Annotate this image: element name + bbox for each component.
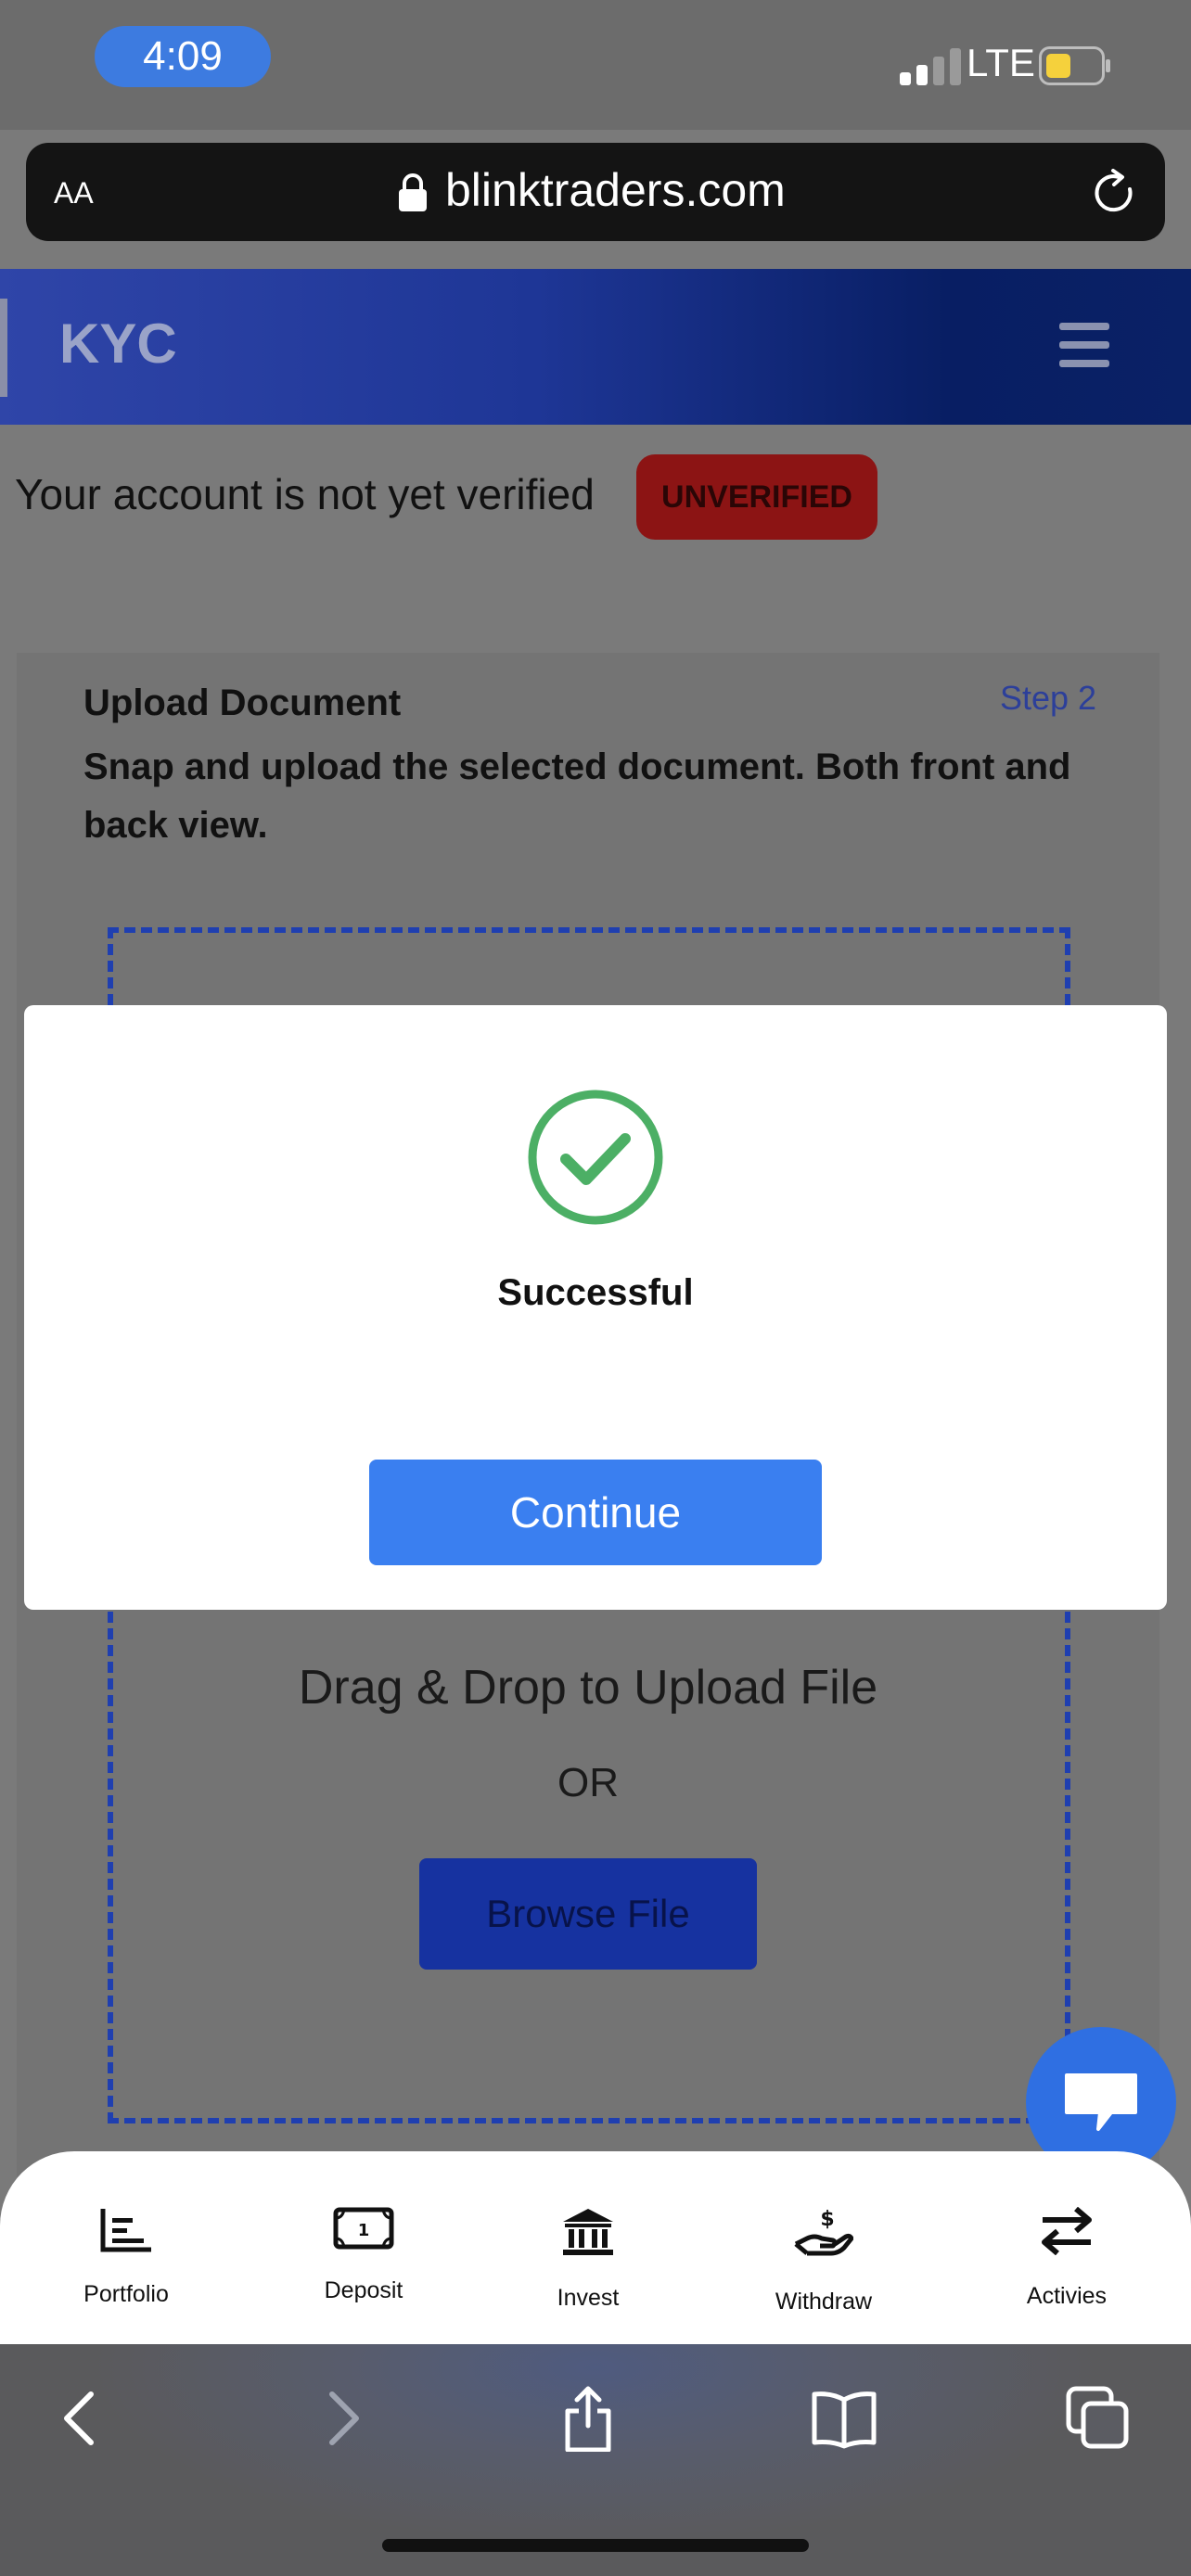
transfer-arrows-icon: [1042, 2207, 1092, 2255]
tabs-icon[interactable]: [1065, 2385, 1132, 2452]
dropzone-text: Drag & Drop to Upload File: [298, 1661, 878, 1715]
nav-label-withdraw: Withdraw: [775, 2289, 873, 2315]
nav-label-activities: Activies: [1026, 2283, 1108, 2309]
hand-dollar-icon: $: [794, 2208, 853, 2256]
header-edge: [0, 299, 7, 397]
text-size-label: AA: [54, 176, 94, 210]
or-separator: OR: [557, 1760, 619, 1805]
chart-icon: [100, 2209, 151, 2252]
nav-item-activities[interactable]: Activies: [974, 2207, 1159, 2310]
verification-message: Your account is not yet verified: [15, 470, 595, 518]
chat-icon: [1065, 2073, 1137, 2131]
success-message: Successful: [497, 1272, 694, 1313]
reload-icon[interactable]: [1093, 169, 1139, 217]
forward-icon[interactable]: [308, 2385, 375, 2452]
bookmarks-icon[interactable]: [811, 2385, 877, 2452]
page-title: KYC: [59, 312, 177, 375]
nav-item-invest[interactable]: Invest: [495, 2207, 681, 2312]
network-label: LTE: [967, 41, 1035, 84]
continue-button[interactable]: Continue: [369, 1460, 822, 1565]
browse-file-button[interactable]: Browse File: [419, 1858, 757, 1970]
text-size-button[interactable]: AA: [54, 167, 94, 213]
nav-label-deposit: Deposit: [324, 2277, 403, 2303]
share-icon[interactable]: [555, 2385, 621, 2452]
battery-icon: [1039, 46, 1110, 85]
svg-text:1: 1: [358, 2221, 370, 2240]
svg-text:$: $: [820, 2208, 834, 2231]
nav-item-deposit[interactable]: 1 Deposit: [271, 2207, 456, 2304]
status-time: 4:09: [95, 26, 271, 87]
success-check-icon: [528, 1090, 663, 1225]
step-indicator: Step 2: [1000, 679, 1097, 717]
menu-icon[interactable]: [1059, 323, 1109, 367]
nav-item-withdraw[interactable]: $ Withdraw: [731, 2207, 916, 2315]
status-badge: UNVERIFIED: [636, 454, 877, 540]
url-domain[interactable]: blinktraders.com: [445, 163, 786, 217]
nav-label-portfolio: Portfolio: [83, 2281, 169, 2307]
lock-icon: [399, 173, 427, 211]
app-header: [0, 269, 1191, 425]
nav-item-portfolio[interactable]: Portfolio: [33, 2207, 219, 2308]
back-icon[interactable]: [48, 2385, 115, 2452]
home-indicator: [382, 2539, 809, 2552]
upload-title: Upload Document: [83, 682, 402, 723]
bank-icon: [563, 2209, 613, 2255]
cellular-signal-icon: [900, 48, 961, 85]
banknote-icon: 1: [333, 2207, 394, 2250]
upload-description: Snap and upload the selected document. B…: [83, 746, 1071, 846]
nav-label-invest: Invest: [557, 2285, 620, 2311]
